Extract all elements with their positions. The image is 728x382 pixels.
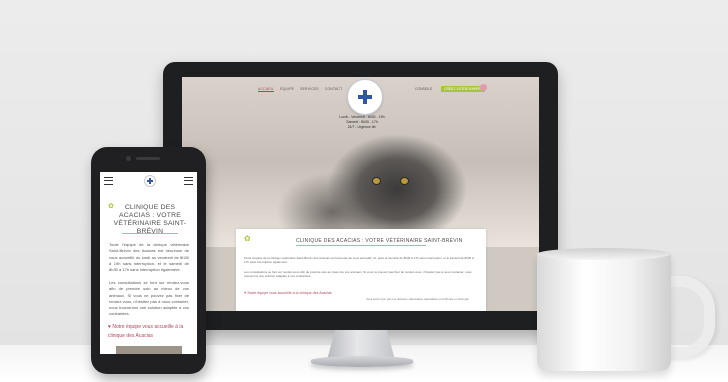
hamburger-menu-icon[interactable] [104, 177, 113, 185]
appointment-button[interactable]: CRÉEZ VOTRE RAPPEL [441, 86, 486, 92]
team-photo [116, 346, 182, 354]
desktop-monitor: ACCUEIL ÉQUIPE SERVICES CONTACT CONSEILS… [163, 62, 558, 330]
hamburger-menu-icon[interactable] [184, 177, 193, 185]
hours-emergency: 24/7 - Urgence tél. [347, 125, 377, 129]
title-divider [122, 233, 178, 234]
paw-icon: ✿ [244, 234, 251, 243]
medical-cross-icon [358, 90, 372, 104]
intro-paragraph: Toute l'équipe de la clinique vétérinair… [109, 242, 189, 273]
monitor-stand-base [311, 356, 413, 367]
desktop-screen: ACCUEIL ÉQUIPE SERVICES CONTACT CONSEILS… [182, 77, 539, 311]
nav-link-accueil[interactable]: ACCUEIL [258, 87, 275, 92]
mug-rim [537, 248, 671, 260]
page-title: CLINIQUE DES ACACIAS : VOTRE VÉTÉRINAIRE… [113, 204, 187, 235]
intro-paragraph: Toute l'équipe de la clinique vétérinair… [244, 256, 474, 265]
nav-link-contact[interactable]: CONTACT [325, 87, 343, 92]
nav-link-equipe[interactable]: ÉQUIPE [280, 87, 294, 92]
phone-screen: ✿ CLINIQUE DES ACACIAS : VOTRE VÉTÉRINAI… [100, 172, 197, 354]
intro-card: ✿ CLINIQUE DES ACACIAS : VOTRE VÉTÉRINAI… [236, 229, 486, 311]
team-heading: ♥ Notre équipe vous accueille à la clini… [244, 290, 332, 295]
phone-icon[interactable] [480, 84, 487, 91]
team-heading-text: Notre équipe vous accueille à la cliniqu… [247, 291, 332, 295]
smartphone: ✿ CLINIQUE DES ACACIAS : VOTRE VÉTÉRINAI… [91, 147, 206, 374]
coffee-mug [537, 253, 671, 371]
nav-link-conseils[interactable]: CONSEILS [415, 87, 432, 91]
cat-eye [372, 177, 381, 185]
phone-speaker [136, 157, 160, 160]
title-divider [296, 245, 426, 246]
cat-eye [400, 177, 409, 185]
phone-camera [126, 156, 131, 161]
team-heading: ♥ Notre équipe vous accueille à la clini… [108, 323, 190, 341]
opening-hours: Lundi - Vendredi : 8h30 - 19h Samedi : 8… [322, 115, 402, 130]
team-heading-text: Notre équipe vous accueille à la cliniqu… [108, 324, 184, 339]
intro-paragraph: Les consultations se font sur rendez-vou… [244, 270, 472, 279]
clinic-logo[interactable] [347, 79, 383, 115]
nav-link-services[interactable]: SERVICES [300, 87, 319, 92]
clinic-logo[interactable] [144, 175, 156, 187]
card-title: CLINIQUE DES ACACIAS : VOTRE VÉTÉRINAIRE… [296, 238, 463, 244]
intro-paragraph: Les consultations se font sur rendez-vou… [109, 280, 189, 317]
team-note: Vous serez reçu par nos docteurs vétérin… [366, 297, 469, 301]
